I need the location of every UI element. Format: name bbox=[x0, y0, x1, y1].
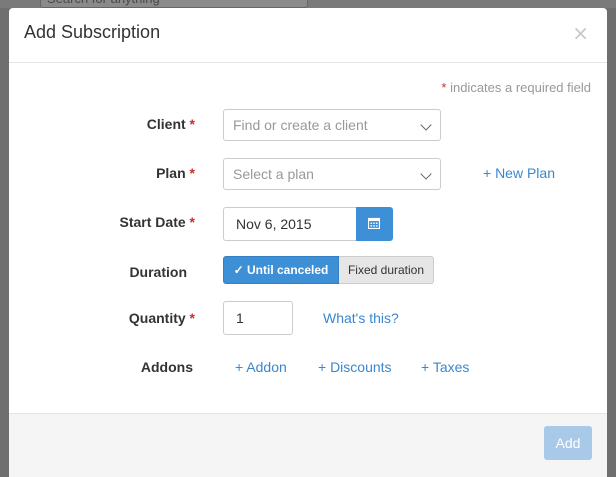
modal-title: Add Subscription bbox=[24, 22, 161, 42]
client-label-text: Client bbox=[146, 116, 186, 132]
required-note-text: indicates a required field bbox=[450, 80, 591, 95]
client-select[interactable]: Find or create a client bbox=[223, 109, 441, 141]
quantity-label: Quantity * bbox=[15, 310, 195, 326]
add-taxes-link[interactable]: + Taxes bbox=[421, 359, 469, 375]
quantity-input[interactable]: 1 bbox=[223, 301, 293, 335]
whats-this-link[interactable]: What's this? bbox=[323, 310, 399, 326]
modal-footer: Add bbox=[9, 413, 607, 477]
plan-placeholder: Select a plan bbox=[233, 166, 314, 182]
required-star: * bbox=[189, 165, 195, 181]
add-addon-link[interactable]: + Addon bbox=[235, 359, 287, 375]
add-button[interactable]: Add bbox=[544, 426, 592, 460]
required-star: * bbox=[441, 80, 447, 95]
chevron-down-icon bbox=[420, 119, 432, 131]
fixed-duration-toggle[interactable]: Fixed duration bbox=[339, 256, 434, 284]
calendar-icon bbox=[368, 217, 380, 229]
add-subscription-modal: Add Subscription × * indicates a require… bbox=[9, 8, 607, 477]
plan-label: Plan * bbox=[15, 165, 195, 181]
modal-header: Add Subscription × bbox=[9, 8, 607, 63]
plan-label-text: Plan bbox=[156, 165, 186, 181]
addons-label: Addons bbox=[140, 359, 193, 375]
start-date-label: Start Date * bbox=[15, 214, 195, 230]
start-date-label-text: Start Date bbox=[119, 214, 186, 230]
close-icon[interactable]: × bbox=[572, 23, 589, 43]
new-plan-link[interactable]: + New Plan bbox=[483, 165, 555, 181]
client-label: Client * bbox=[15, 116, 195, 132]
required-field-note: * indicates a required field bbox=[441, 80, 591, 95]
required-star: * bbox=[189, 116, 195, 132]
duration-label: Duration bbox=[129, 264, 187, 280]
calendar-button[interactable] bbox=[356, 207, 393, 241]
client-placeholder: Find or create a client bbox=[233, 117, 368, 133]
quantity-label-text: Quantity bbox=[128, 310, 186, 326]
plan-select[interactable]: Select a plan bbox=[223, 158, 441, 190]
chevron-down-icon bbox=[420, 168, 432, 180]
backdrop-search-input: Search for anything bbox=[40, 0, 308, 8]
required-star: * bbox=[189, 214, 195, 230]
add-discounts-link[interactable]: + Discounts bbox=[318, 359, 392, 375]
until-canceled-toggle[interactable]: ✓ Until canceled bbox=[223, 256, 339, 284]
start-date-input[interactable]: Nov 6, 2015 bbox=[223, 207, 357, 241]
required-star: * bbox=[189, 310, 195, 326]
